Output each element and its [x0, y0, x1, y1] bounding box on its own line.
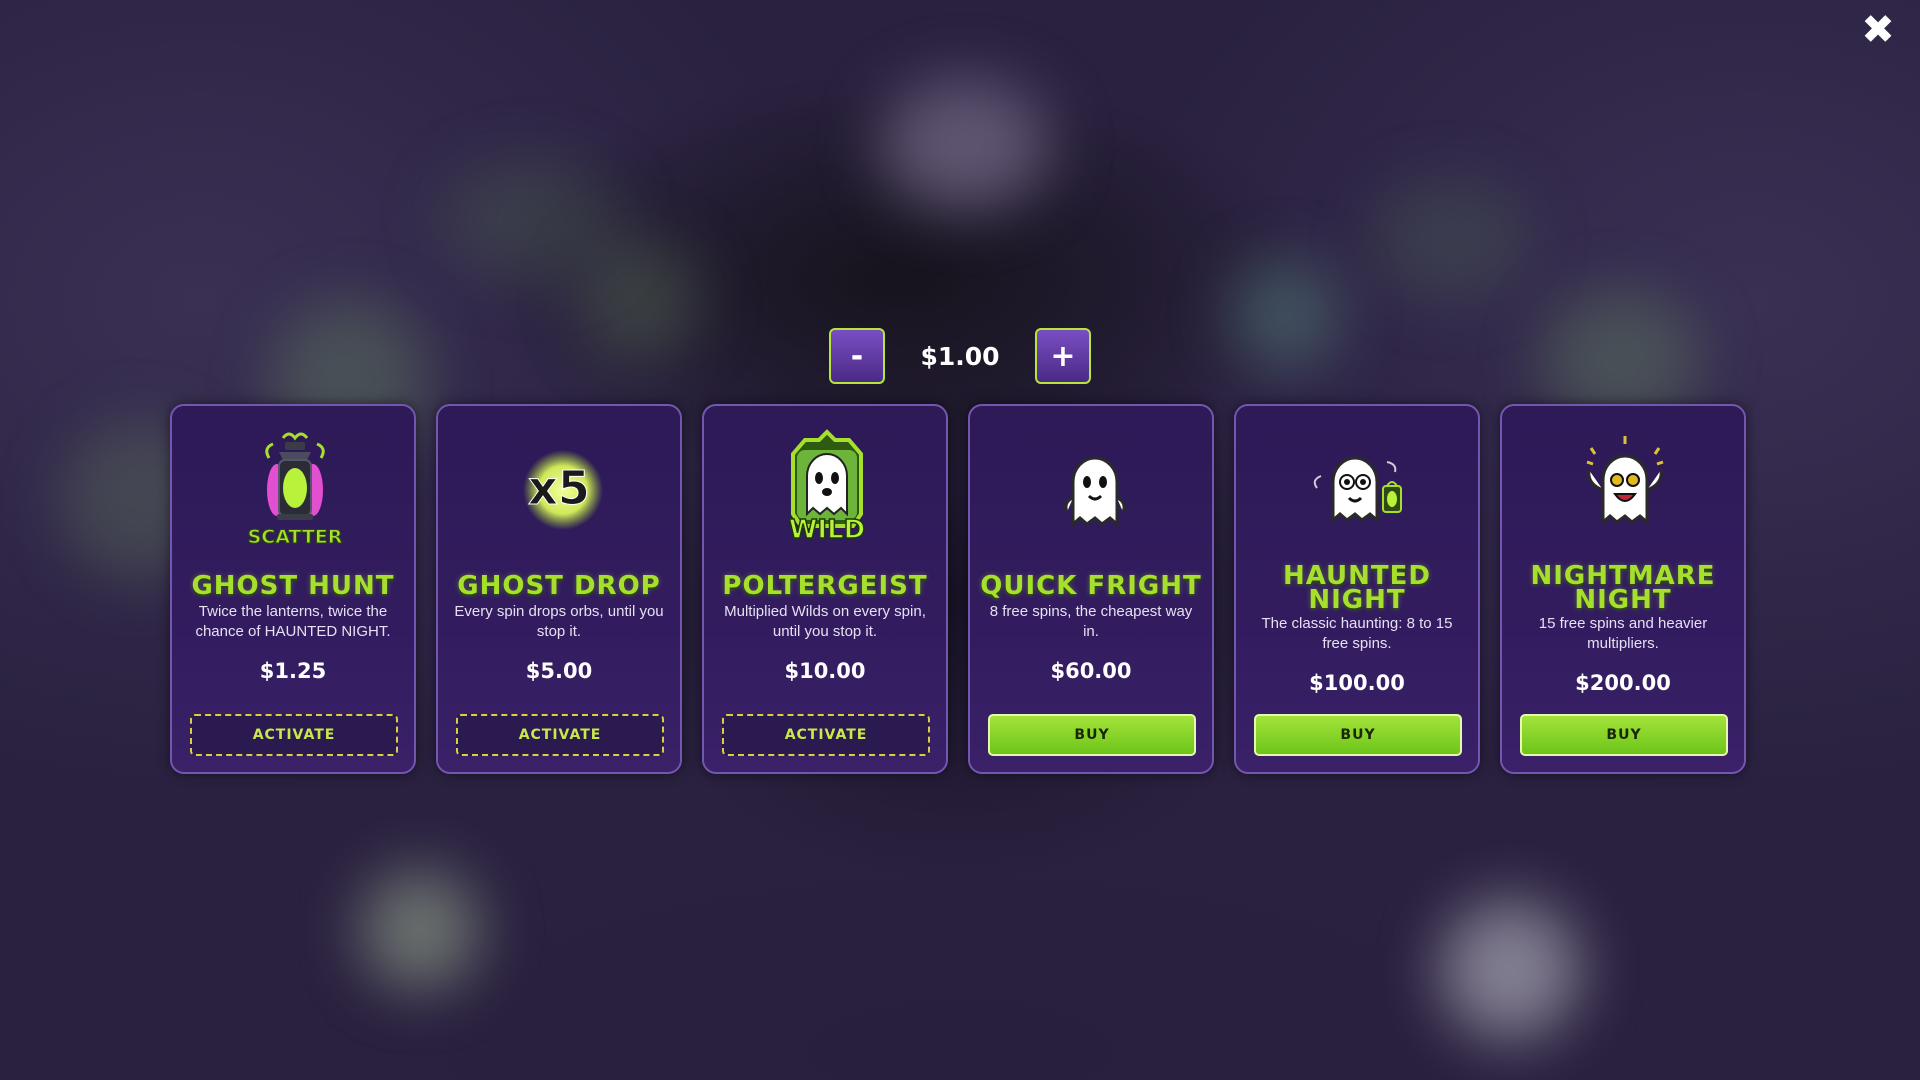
- bonus-card-haunted-night: HAUNTED NIGHT The classic haunting: 8 to…: [1234, 404, 1480, 774]
- card-title: POLTERGEIST: [722, 571, 928, 601]
- svg-text:x5: x5: [528, 461, 590, 515]
- bonus-card-ghost-hunt: SCATTER GHOST HUNT Twice the lanterns, t…: [170, 404, 416, 774]
- card-description: Twice the lanterns, twice the chance of …: [195, 603, 391, 640]
- bonus-cards: SCATTER GHOST HUNT Twice the lanterns, t…: [170, 404, 1750, 778]
- card-title: NIGHTMARE NIGHT: [1530, 561, 1716, 615]
- card-title: GHOST DROP: [457, 571, 661, 601]
- ghost-icon: [1064, 456, 1126, 528]
- bet-increase-button[interactable]: +: [1034, 328, 1091, 384]
- card-description: The classic haunting: 8 to 15 free spins…: [1261, 615, 1453, 652]
- card-price: $200.00: [1575, 671, 1671, 695]
- bonus-card-poltergeist: WILD POLTERGEIST Multiplied Wilds on eve…: [702, 404, 948, 774]
- bet-selector: - $1.00 +: [829, 327, 1091, 385]
- card-description: Multiplied Wilds on every spin, until yo…: [724, 603, 926, 640]
- card-description: 8 free spins, the cheapest way in.: [989, 603, 1193, 640]
- card-price: $60.00: [1050, 659, 1132, 683]
- activate-button[interactable]: ACTIVATE: [190, 714, 398, 756]
- bet-value: $1.00: [920, 341, 1000, 371]
- bonus-card-nightmare-night: NIGHTMARE NIGHT 15 free spins and heavie…: [1500, 404, 1746, 774]
- buy-button[interactable]: BUY: [1254, 714, 1462, 756]
- wild-ghost-icon: WILD: [788, 429, 866, 546]
- activate-button[interactable]: ACTIVATE: [456, 714, 664, 756]
- x5-orb-icon: x5: [523, 450, 603, 530]
- excited-ghost-icon: [1586, 436, 1664, 526]
- card-price: $100.00: [1309, 671, 1405, 695]
- bet-decrease-button[interactable]: -: [829, 328, 885, 384]
- svg-text:WILD: WILD: [789, 515, 866, 545]
- buy-button[interactable]: BUY: [988, 714, 1196, 756]
- buy-button[interactable]: BUY: [1520, 714, 1728, 756]
- card-title: GHOST HUNT: [191, 571, 395, 601]
- bonus-card-quick-fright: QUICK FRIGHT 8 free spins, the cheapest …: [968, 404, 1214, 774]
- activate-button[interactable]: ACTIVATE: [722, 714, 930, 756]
- card-title: QUICK FRIGHT: [980, 571, 1202, 601]
- card-price: $5.00: [525, 659, 593, 683]
- lantern-scatter-icon: SCATTER: [247, 432, 343, 548]
- close-icon[interactable]: ✖: [1860, 10, 1896, 50]
- card-price: $1.25: [259, 659, 327, 683]
- ghost-lantern-icon: [1313, 456, 1402, 524]
- card-description: 15 free spins and heavier multipliers.: [1538, 615, 1708, 652]
- card-title: HAUNTED NIGHT: [1282, 561, 1432, 615]
- svg-text:SCATTER: SCATTER: [248, 526, 343, 548]
- card-description: Every spin drops orbs, until you stop it…: [454, 603, 664, 640]
- bonus-card-ghost-drop: x5 GHOST DROP Every spin drops orbs, unt…: [436, 404, 682, 774]
- card-price: $10.00: [784, 659, 866, 683]
